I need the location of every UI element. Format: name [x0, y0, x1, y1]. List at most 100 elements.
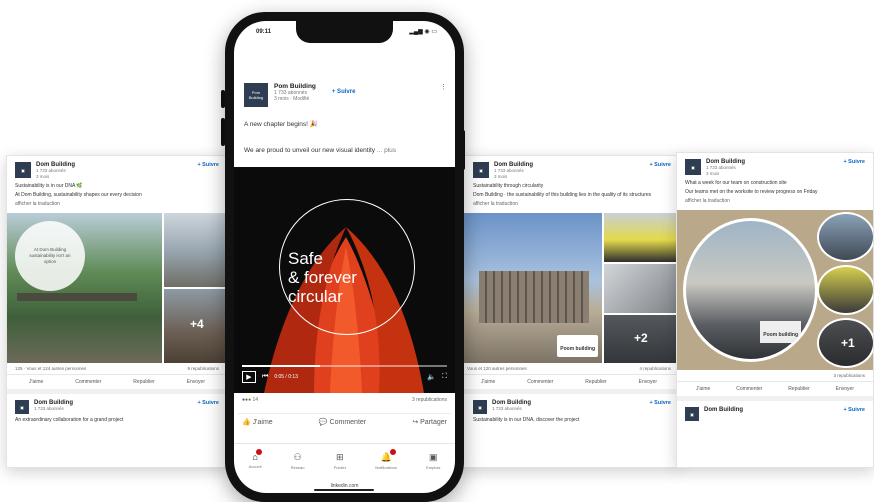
like-button[interactable]: J'aime	[696, 386, 710, 392]
action-bar: 👍 J'aime 💬 Commenter ↪ Partager	[238, 413, 451, 430]
reaction-summary[interactable]: Vous et 120 autres personnes	[467, 366, 527, 371]
repost-count[interactable]: 9 republications	[187, 366, 219, 371]
send-button[interactable]: Envoyer	[187, 379, 205, 385]
image-gallery[interactable]: At Dom Building sustainability isn't an …	[7, 213, 227, 363]
tab-post[interactable]: ⊞ Publier	[334, 452, 346, 470]
post-text-line: At Dom Building, sustainability shapes o…	[15, 192, 142, 198]
repost-count[interactable]: 3 republications	[412, 397, 447, 403]
follow-button[interactable]: + Suivre	[843, 159, 865, 165]
comment-button[interactable]: Commenter	[736, 386, 762, 392]
video-title-line: & forever	[288, 268, 357, 287]
share-icon: ↪	[412, 419, 419, 426]
image-gallery[interactable]: Poom building +2	[459, 213, 679, 363]
fullscreen-icon[interactable]: ⛶	[442, 373, 447, 381]
bridge-shape	[17, 293, 137, 301]
gallery-image-group[interactable]: Poom building	[683, 218, 818, 362]
comment-button[interactable]: Commenter	[75, 379, 101, 385]
reactions-count: 14	[252, 397, 259, 403]
tab-home[interactable]: ⌂ Accueil	[248, 449, 262, 469]
gallery-image-site[interactable]	[604, 264, 679, 313]
gallery-image-more[interactable]: +2	[604, 315, 679, 363]
comment-button[interactable]: 💬 Commenter	[319, 418, 366, 426]
like-button[interactable]: J'aime	[481, 379, 495, 385]
follow-button[interactable]: + Suivre	[332, 89, 356, 95]
more-images-count: +2	[634, 331, 648, 345]
video-title: Safe & forever circular	[288, 249, 357, 306]
like-label: J'aime	[252, 419, 273, 426]
post-text-line: A new chapter begins! 🎉	[244, 121, 318, 128]
gallery-image-team-1[interactable]	[817, 212, 873, 262]
translation-link[interactable]: afficher la traduction	[7, 200, 227, 209]
post-stats: ●●● 14 3 republications	[242, 397, 447, 403]
translation-link[interactable]: afficher la traduction	[459, 200, 679, 209]
follow-button[interactable]: + Suivre	[843, 407, 865, 413]
repost-button[interactable]: Republier	[133, 379, 154, 385]
repost-button[interactable]: Republier	[788, 386, 809, 392]
comment-icon: 💬	[318, 419, 328, 426]
gallery-image-building[interactable]	[164, 213, 227, 287]
post-stats: Vous et 120 autres personnes 4 republica…	[459, 363, 679, 374]
skip-back-icon[interactable]: ⏮	[262, 373, 268, 381]
company-logo[interactable]: Pom Building	[244, 83, 268, 107]
gallery-image-office-building[interactable]: Poom building	[459, 213, 602, 363]
post-text-wrapper: We are proud to unveil our new visual id…	[244, 147, 447, 154]
see-more-link[interactable]: ... plus	[377, 147, 396, 154]
reactions-summary[interactable]: ●●● 14	[242, 397, 258, 403]
gallery-image-team-2[interactable]	[817, 265, 873, 315]
more-images-count: +4	[190, 317, 204, 331]
video-progress-bar[interactable]	[242, 365, 447, 367]
company-logo[interactable]: ▣	[15, 400, 29, 414]
gallery-image-team[interactable]	[604, 213, 679, 262]
video-player[interactable]: Safe & forever circular ▶ ⏮ 0:05 / 0:13 …	[234, 167, 455, 393]
company-name[interactable]: Dom Building	[704, 407, 743, 413]
send-button[interactable]: Envoyer	[639, 379, 657, 385]
building-facade	[479, 271, 589, 323]
follow-button[interactable]: + Suivre	[197, 162, 219, 168]
tab-notifications[interactable]: 🔔 Notifications	[375, 448, 397, 470]
briefcase-icon: ▣	[429, 451, 438, 462]
company-logo[interactable]: ▣	[473, 162, 489, 178]
company-logo[interactable]: ▣	[685, 407, 699, 421]
brand-tag: Poom building	[557, 335, 598, 357]
video-title-line: Safe	[288, 249, 323, 268]
company-name[interactable]: Pom Building	[274, 83, 316, 90]
like-button[interactable]: 👍 J'aime	[242, 418, 273, 426]
translation-link[interactable]: afficher la traduction	[677, 197, 873, 206]
company-logo[interactable]: ▣	[685, 159, 701, 175]
gallery-image-more[interactable]: +4	[164, 289, 227, 363]
follow-button[interactable]: + Suivre	[649, 162, 671, 168]
tab-label: Notifications	[375, 464, 397, 470]
share-button[interactable]: ↪ Partager	[412, 418, 447, 426]
more-options-icon[interactable]: ⋮	[440, 83, 447, 91]
bottom-tab-bar: ⌂ Accueil ⚇ Réseau ⊞ Publier 🔔 Notificat…	[234, 443, 455, 477]
comment-button[interactable]: Commenter	[527, 379, 553, 385]
volume-icon[interactable]: 🔈	[427, 373, 436, 381]
brand-name: Poom building	[560, 346, 595, 352]
company-logo[interactable]: ▣	[15, 162, 31, 178]
bell-icon: 🔔	[380, 448, 396, 463]
reaction-summary[interactable]: 125 · Vous et 124 autres personnes	[15, 366, 86, 371]
repost-count[interactable]: 3 republications	[833, 373, 865, 378]
company-logo[interactable]: ▣	[473, 400, 487, 414]
action-bar: J'aime Commenter Republier Envoyer	[7, 374, 227, 389]
repost-count[interactable]: 4 republications	[639, 366, 671, 371]
video-controls: ▶ ⏮ 0:05 / 0:13 🔈 ⛶	[242, 365, 447, 387]
follow-button[interactable]: + Suivre	[197, 400, 219, 406]
post-text-line: An extraordinary collaboration for a gra…	[15, 417, 124, 423]
video-progress-fill	[242, 365, 320, 367]
next-post-header: ▣ Dom Building 1 733 abonnés + Suivre	[7, 394, 227, 416]
tab-label: Publier	[333, 464, 347, 470]
tab-label: Emplois	[426, 464, 441, 470]
repost-button[interactable]: Republier	[585, 379, 606, 385]
image-gallery[interactable]: Poom building +1	[677, 210, 873, 370]
like-button[interactable]: J'aime	[29, 379, 43, 385]
tab-jobs[interactable]: ▣ Emplois	[426, 452, 440, 470]
follow-button[interactable]: + Suivre	[649, 400, 671, 406]
home-indicator	[314, 489, 374, 491]
tab-network[interactable]: ⚇ Réseau	[291, 452, 305, 470]
gallery-image-river[interactable]: At Dom Building sustainability isn't an …	[7, 213, 162, 363]
tab-label: Accueil	[248, 464, 262, 469]
gallery-image-more[interactable]: +1	[817, 318, 873, 368]
play-icon[interactable]: ▶	[242, 371, 256, 383]
send-button[interactable]: Envoyer	[836, 386, 854, 392]
